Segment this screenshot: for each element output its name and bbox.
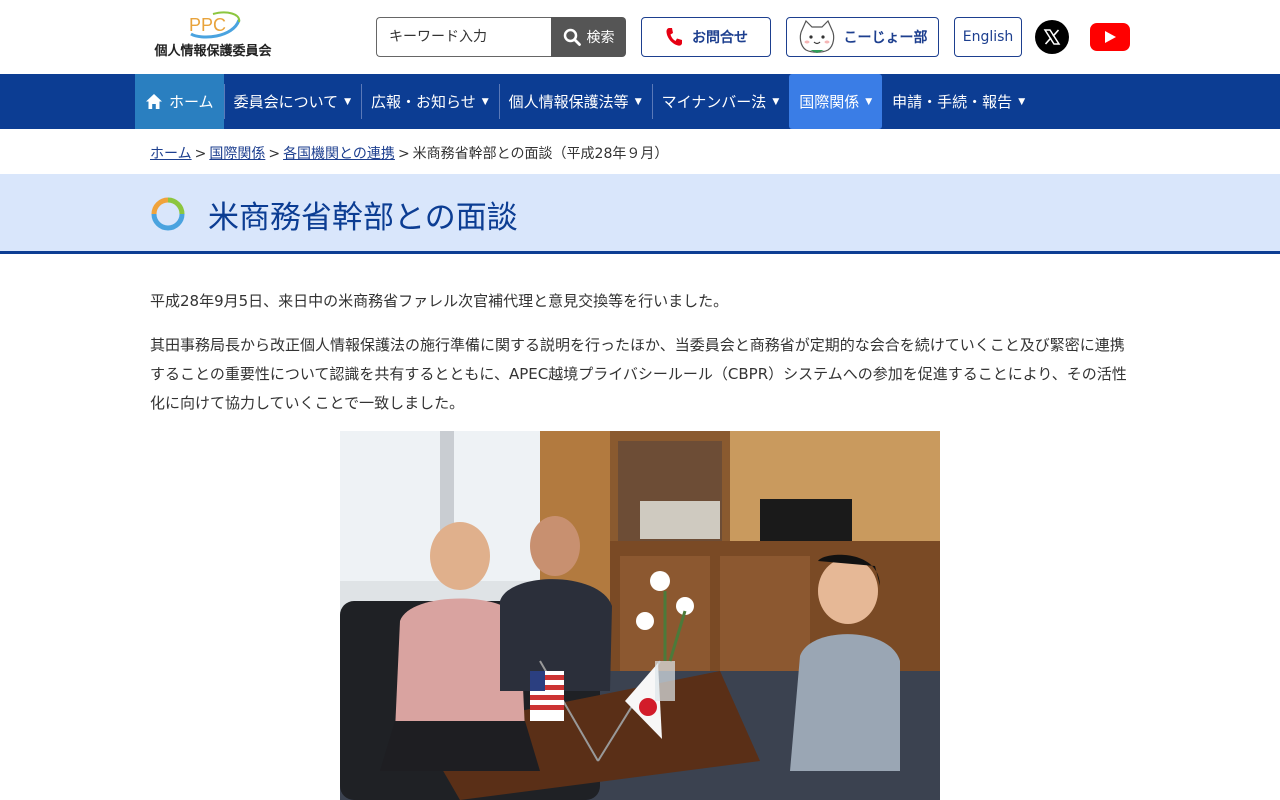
- nav-item-about[interactable]: 委員会について ▼: [223, 74, 361, 129]
- youtube-link[interactable]: [1090, 23, 1130, 51]
- logo-mark-text: PPC: [189, 15, 226, 35]
- title-ring-icon: [151, 197, 185, 231]
- kojo-club-label: こーじょー部: [843, 30, 928, 46]
- breadcrumb-link-international[interactable]: 国際関係: [209, 146, 265, 162]
- english-button-label: English: [962, 29, 1014, 45]
- search-button[interactable]: 検索: [551, 17, 626, 57]
- nav-label-news: 広報・お知らせ: [371, 93, 476, 111]
- breadcrumb-separator: >: [268, 146, 281, 162]
- title-band: 米商務省幹部との面談: [0, 174, 1280, 254]
- nav-item-privacy-law[interactable]: 個人情報保護法等 ▼: [498, 74, 652, 129]
- contact-button-label: お問合せ: [692, 30, 748, 46]
- caret-down-icon: ▼: [865, 96, 873, 107]
- nav-item-international[interactable]: 国際関係 ▼: [789, 74, 883, 129]
- breadcrumb-current: 米商務省幹部との面談（平成28年９月）: [412, 146, 669, 162]
- page-title: 米商務省幹部との面談: [208, 200, 518, 236]
- cat-mascot-icon: [799, 20, 834, 53]
- phone-icon: [666, 28, 682, 46]
- youtube-play-icon: [1105, 31, 1116, 43]
- search-button-label: 検索: [586, 30, 615, 46]
- caret-down-icon: ▼: [481, 96, 489, 107]
- site-search: 検索: [376, 17, 626, 57]
- site-header: PPC 個人情報保護委員会 検索 お問合せ こーじょ: [0, 0, 1280, 74]
- english-button[interactable]: English: [954, 17, 1022, 57]
- content-paragraph: 其田事務局長から改正個人情報保護法の施行準備に関する説明を行ったほか、当委員会と…: [150, 336, 1127, 412]
- nav-label-applications: 申請・手続・報告: [892, 93, 1013, 111]
- nav-label-mynumber: マイナンバー法: [661, 93, 767, 111]
- kojo-club-button[interactable]: こーじょー部: [786, 17, 939, 57]
- nav-label-home: ホーム: [169, 93, 214, 111]
- x-twitter-link[interactable]: [1035, 20, 1069, 54]
- nav-label-international: 国際関係: [799, 93, 860, 111]
- x-logo-icon: [1043, 29, 1061, 45]
- breadcrumb-link-cooperation[interactable]: 各国機関との連携: [283, 146, 395, 162]
- main-content: 平成28年9月5日、来日中の米商務省ファレル次官補代理と意見交換等を行いました。…: [150, 287, 1130, 433]
- meeting-photo: [340, 431, 940, 800]
- caret-down-icon: ▼: [344, 96, 352, 107]
- caret-down-icon: ▼: [772, 96, 780, 107]
- content-paragraph: 平成28年9月5日、来日中の米商務省ファレル次官補代理と意見交換等を行いました。: [150, 292, 729, 310]
- caret-down-icon: ▼: [634, 96, 642, 107]
- breadcrumb-link-home[interactable]: ホーム: [150, 146, 192, 162]
- search-icon: [563, 28, 581, 46]
- search-input[interactable]: [376, 17, 551, 57]
- global-nav: ホーム 委員会について ▼ 広報・お知らせ ▼ 個人情報保護法等 ▼ マイナンバー法 ▼…: [0, 74, 1280, 129]
- nav-item-home[interactable]: ホーム: [135, 74, 224, 129]
- site-logo[interactable]: PPC 個人情報保護委員会: [152, 10, 274, 64]
- contact-button[interactable]: お問合せ: [641, 17, 771, 57]
- logo-text: 個人情報保護委員会: [154, 44, 272, 59]
- nav-label-privacy-law: 個人情報保護法等: [508, 93, 629, 111]
- breadcrumb-separator: >: [194, 146, 207, 162]
- nav-item-applications[interactable]: 申請・手続・報告 ▼: [882, 74, 1035, 129]
- caret-down-icon: ▼: [1018, 96, 1026, 107]
- nav-label-about: 委員会について: [233, 93, 339, 111]
- home-icon: [146, 94, 162, 109]
- breadcrumb-separator: >: [397, 146, 410, 162]
- nav-item-mynumber[interactable]: マイナンバー法 ▼: [651, 74, 790, 129]
- nav-item-news[interactable]: 広報・お知らせ ▼: [361, 74, 499, 129]
- breadcrumb: ホーム > 国際関係 > 各国機関との連携 > 米商務省幹部との面談（平成28年９月）: [150, 143, 668, 163]
- ppc-logo-icon: PPC: [189, 11, 241, 39]
